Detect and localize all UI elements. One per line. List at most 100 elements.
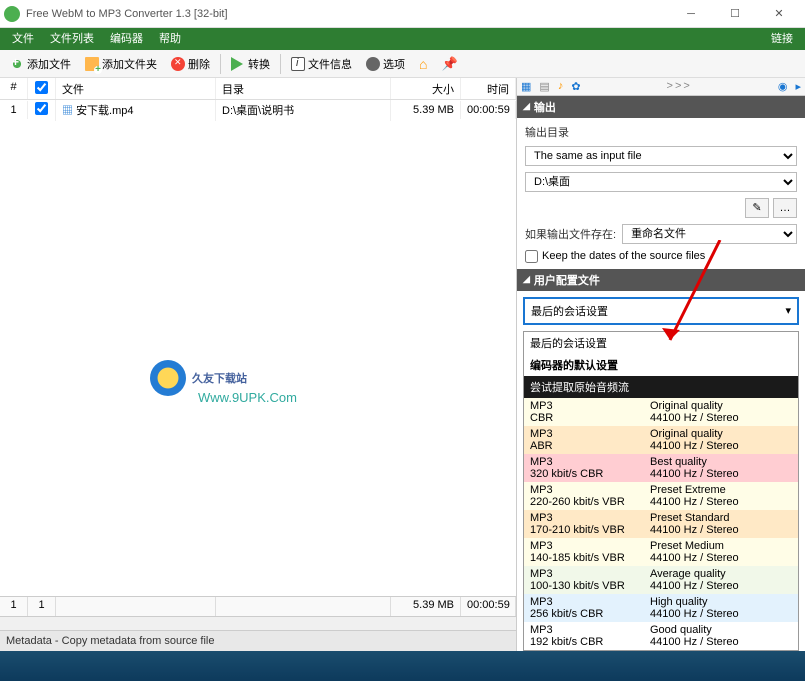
row-dir: D:\桌面\说明书 — [216, 100, 391, 121]
maximize-button[interactable]: ☐ — [713, 0, 757, 28]
col-time[interactable]: 时间 — [461, 78, 516, 99]
preset-item[interactable]: MP3CBROriginal quality44100 Hz / Stereo — [524, 398, 798, 426]
preset-item[interactable]: MP3140-185 kbit/s VBRPreset Medium44100 … — [524, 538, 798, 566]
row-num: 1 — [0, 101, 28, 119]
tab-settings-icon[interactable]: ✿ — [571, 80, 580, 93]
add-folder-button[interactable]: 添加文件夹 — [79, 54, 163, 74]
menu-filelist[interactable]: 文件列表 — [42, 28, 102, 50]
chevron-down-icon: ▾ — [785, 304, 791, 317]
pin-icon: 📌 — [441, 56, 457, 72]
profile-section-header[interactable]: 用户配置文件 — [517, 269, 805, 291]
exists-select[interactable]: 重命名文件 — [622, 224, 797, 244]
menu-links[interactable]: 链接 — [763, 28, 801, 50]
foot-count1: 1 — [0, 597, 28, 616]
check-all[interactable] — [35, 81, 48, 94]
row-file: ▦ 安下载.mp4 — [56, 100, 216, 121]
keep-dates-checkbox[interactable]: Keep the dates of the source files — [525, 250, 797, 263]
grid-body[interactable]: 1 ▦ 安下载.mp4 D:\桌面\说明书 5.39 MB 00:00:59 久… — [0, 100, 516, 596]
add-folder-label: 添加文件夹 — [102, 56, 157, 72]
close-button[interactable]: ✕ — [757, 0, 801, 28]
app-icon — [4, 6, 20, 22]
menu-help[interactable]: 帮助 — [151, 28, 189, 50]
pin-button[interactable]: 📌 — [435, 54, 463, 74]
tabstrip: ▦ ▤ ♪ ✿ >>> ◉ ▸ — [517, 78, 805, 96]
watermark-logo-icon — [150, 360, 186, 396]
dd-last-session[interactable]: 最后的会话设置 — [524, 332, 798, 354]
menu-file[interactable]: 文件 — [4, 28, 42, 50]
preset-item[interactable]: MP3100-130 kbit/s VBRAverage quality4410… — [524, 566, 798, 594]
edit-path-button[interactable]: ✎ — [745, 198, 769, 218]
row-size: 5.39 MB — [391, 101, 461, 119]
file-info-label: 文件信息 — [308, 56, 352, 72]
titlebar: Free WebM to MP3 Converter 1.3 [32-bit] … — [0, 0, 805, 28]
file-info-button[interactable]: 文件信息 — [285, 54, 358, 74]
table-row[interactable]: 1 ▦ 安下载.mp4 D:\桌面\说明书 5.39 MB 00:00:59 — [0, 100, 516, 120]
output-dir-label: 输出目录 — [525, 124, 797, 140]
grid-header: # 文件 目录 大小 时间 — [0, 78, 516, 100]
foot-time: 00:00:59 — [461, 597, 516, 616]
desktop-background — [0, 651, 805, 681]
settings-pane: ▦ ▤ ♪ ✿ >>> ◉ ▸ 输出 输出目录 The same as inpu… — [517, 78, 805, 651]
tab-list-icon[interactable]: ▤ — [539, 80, 549, 93]
profile-dropdown: 最后的会话设置 编码器的默认设置 尝试提取原始音频流 MP3CBROrigina… — [523, 331, 799, 651]
gear-icon — [366, 57, 380, 71]
info-icon — [291, 57, 305, 71]
window-title: Free WebM to MP3 Converter 1.3 [32-bit] — [26, 8, 669, 20]
tab-expand-icon[interactable]: ◉ — [778, 80, 788, 93]
ellipsis-icon: … — [780, 202, 791, 214]
keep-dates-label: Keep the dates of the source files — [542, 250, 705, 262]
menubar: 文件 文件列表 编码器 帮助 链接 — [0, 28, 805, 50]
toolbar: 添加文件 添加文件夹 删除 转换 文件信息 选项 ⌂ 📌 — [0, 50, 805, 78]
dd-encoder-defaults-header: 编码器的默认设置 — [524, 354, 798, 376]
output-path-select[interactable]: D:\桌面 — [525, 172, 797, 192]
preset-item[interactable]: MP3ABROriginal quality44100 Hz / Stereo — [524, 426, 798, 454]
col-file[interactable]: 文件 — [56, 78, 216, 99]
tab-more[interactable]: >>> — [589, 80, 770, 92]
add-file-label: 添加文件 — [27, 56, 71, 72]
browse-button[interactable]: … — [773, 198, 797, 218]
delete-button[interactable]: 删除 — [165, 54, 216, 74]
preset-item[interactable]: MP3170-210 kbit/s VBRPreset Standard4410… — [524, 510, 798, 538]
convert-label: 转换 — [248, 56, 270, 72]
grid-footer: 1 1 5.39 MB 00:00:59 — [0, 596, 516, 616]
play-icon — [231, 57, 245, 71]
options-label: 选项 — [383, 56, 405, 72]
col-num[interactable]: # — [0, 78, 28, 99]
plus-icon — [10, 57, 24, 71]
exists-label: 如果输出文件存在: — [525, 226, 616, 242]
dd-extract-original[interactable]: 尝试提取原始音频流 — [524, 376, 798, 398]
delete-icon — [171, 57, 185, 71]
output-mode-select[interactable]: The same as input file — [525, 146, 797, 166]
row-check[interactable] — [35, 102, 48, 115]
menu-encoder[interactable]: 编码器 — [102, 28, 151, 50]
edit-icon: ✎ — [752, 201, 761, 214]
col-check[interactable] — [28, 78, 56, 99]
add-file-button[interactable]: 添加文件 — [4, 54, 77, 74]
foot-count2: 1 — [28, 597, 56, 616]
col-dir[interactable]: 目录 — [216, 78, 391, 99]
convert-button[interactable]: 转换 — [225, 54, 276, 74]
col-size[interactable]: 大小 — [391, 78, 461, 99]
home-button[interactable]: ⌂ — [413, 54, 433, 74]
foot-size: 5.39 MB — [391, 597, 461, 616]
options-button[interactable]: 选项 — [360, 54, 411, 74]
preset-item[interactable]: MP3256 kbit/s CBRHigh quality44100 Hz / … — [524, 594, 798, 622]
preset-item[interactable]: MP3220-260 kbit/s VBRPreset Extreme44100… — [524, 482, 798, 510]
preset-item[interactable]: MP3320 kbit/s CBRBest quality44100 Hz / … — [524, 454, 798, 482]
h-scrollbar[interactable] — [0, 616, 516, 630]
profile-select[interactable]: 最后的会话设置 ▾ — [523, 297, 799, 325]
tab-output-icon[interactable]: ▦ — [521, 80, 531, 93]
row-time: 00:00:59 — [461, 101, 516, 119]
delete-label: 删除 — [188, 56, 210, 72]
profile-select-value: 最后的会话设置 — [531, 303, 608, 319]
tab-collapse-icon[interactable]: ▸ — [795, 80, 801, 93]
preset-item[interactable]: MP3192 kbit/s CBRGood quality44100 Hz / … — [524, 622, 798, 650]
output-section-header[interactable]: 输出 — [517, 96, 805, 118]
file-list-pane: # 文件 目录 大小 时间 1 ▦ 安下载.mp4 D:\桌面\说明书 5.39… — [0, 78, 517, 651]
folder-plus-icon — [85, 57, 99, 71]
home-icon: ⌂ — [419, 56, 427, 72]
status-bar: Metadata - Copy metadata from source fil… — [0, 630, 516, 651]
tab-music-icon[interactable]: ♪ — [558, 80, 564, 92]
minimize-button[interactable]: ─ — [669, 0, 713, 28]
watermark: 久友下载站 Www.9UPK.Com — [150, 360, 247, 396]
